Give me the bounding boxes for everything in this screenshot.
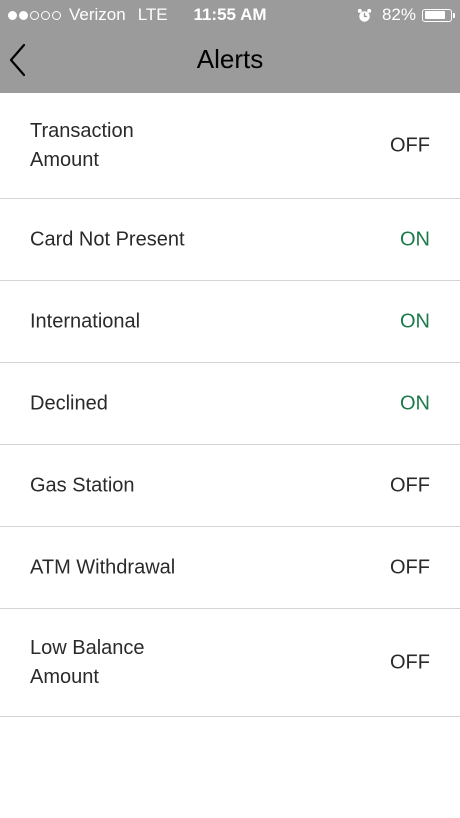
alert-status: ON (400, 228, 430, 250)
status-right: 82% (357, 5, 455, 25)
alert-status: ON (400, 392, 430, 414)
alert-status: OFF (390, 556, 430, 578)
alert-label: International (30, 310, 141, 332)
alert-label: Gas Station (30, 474, 135, 496)
navigation-bar: Alerts (0, 30, 460, 93)
status-bar: Verizon LTE 11:55 AM 82% (0, 0, 460, 30)
battery-icon (422, 8, 455, 22)
alert-row-transaction-amount[interactable]: Transaction Amount OFF (0, 93, 460, 199)
alert-label: ATM Withdrawal (30, 556, 176, 578)
alert-row-card-not-present[interactable]: Card Not Present ON (0, 199, 460, 281)
alert-label: Low Balance Amount (30, 636, 145, 688)
alert-label: Declined (30, 392, 108, 414)
alert-status: OFF (390, 474, 430, 496)
alert-label: Transaction Amount (30, 119, 134, 171)
alert-row-gas-station[interactable]: Gas Station OFF (0, 445, 460, 527)
alarm-clock-icon (357, 8, 372, 23)
alert-label: Card Not Present (30, 228, 185, 250)
battery-tip (452, 12, 455, 18)
alert-row-international[interactable]: International ON (0, 281, 460, 363)
alert-status: ON (400, 310, 430, 332)
alert-row-declined[interactable]: Declined ON (0, 363, 460, 445)
header: Verizon LTE 11:55 AM 82% Alerts (0, 0, 460, 93)
alerts-list: Transaction Amount OFF Card Not Present … (0, 93, 460, 717)
alert-status: OFF (390, 134, 430, 156)
alert-row-low-balance-amount[interactable]: Low Balance Amount OFF (0, 609, 460, 717)
battery-percent: 82% (381, 5, 416, 24)
page-title: Alerts (196, 44, 264, 74)
battery-level-fill (424, 11, 445, 19)
alert-row-atm-withdrawal[interactable]: ATM Withdrawal OFF (0, 527, 460, 609)
alert-status: OFF (390, 651, 430, 673)
